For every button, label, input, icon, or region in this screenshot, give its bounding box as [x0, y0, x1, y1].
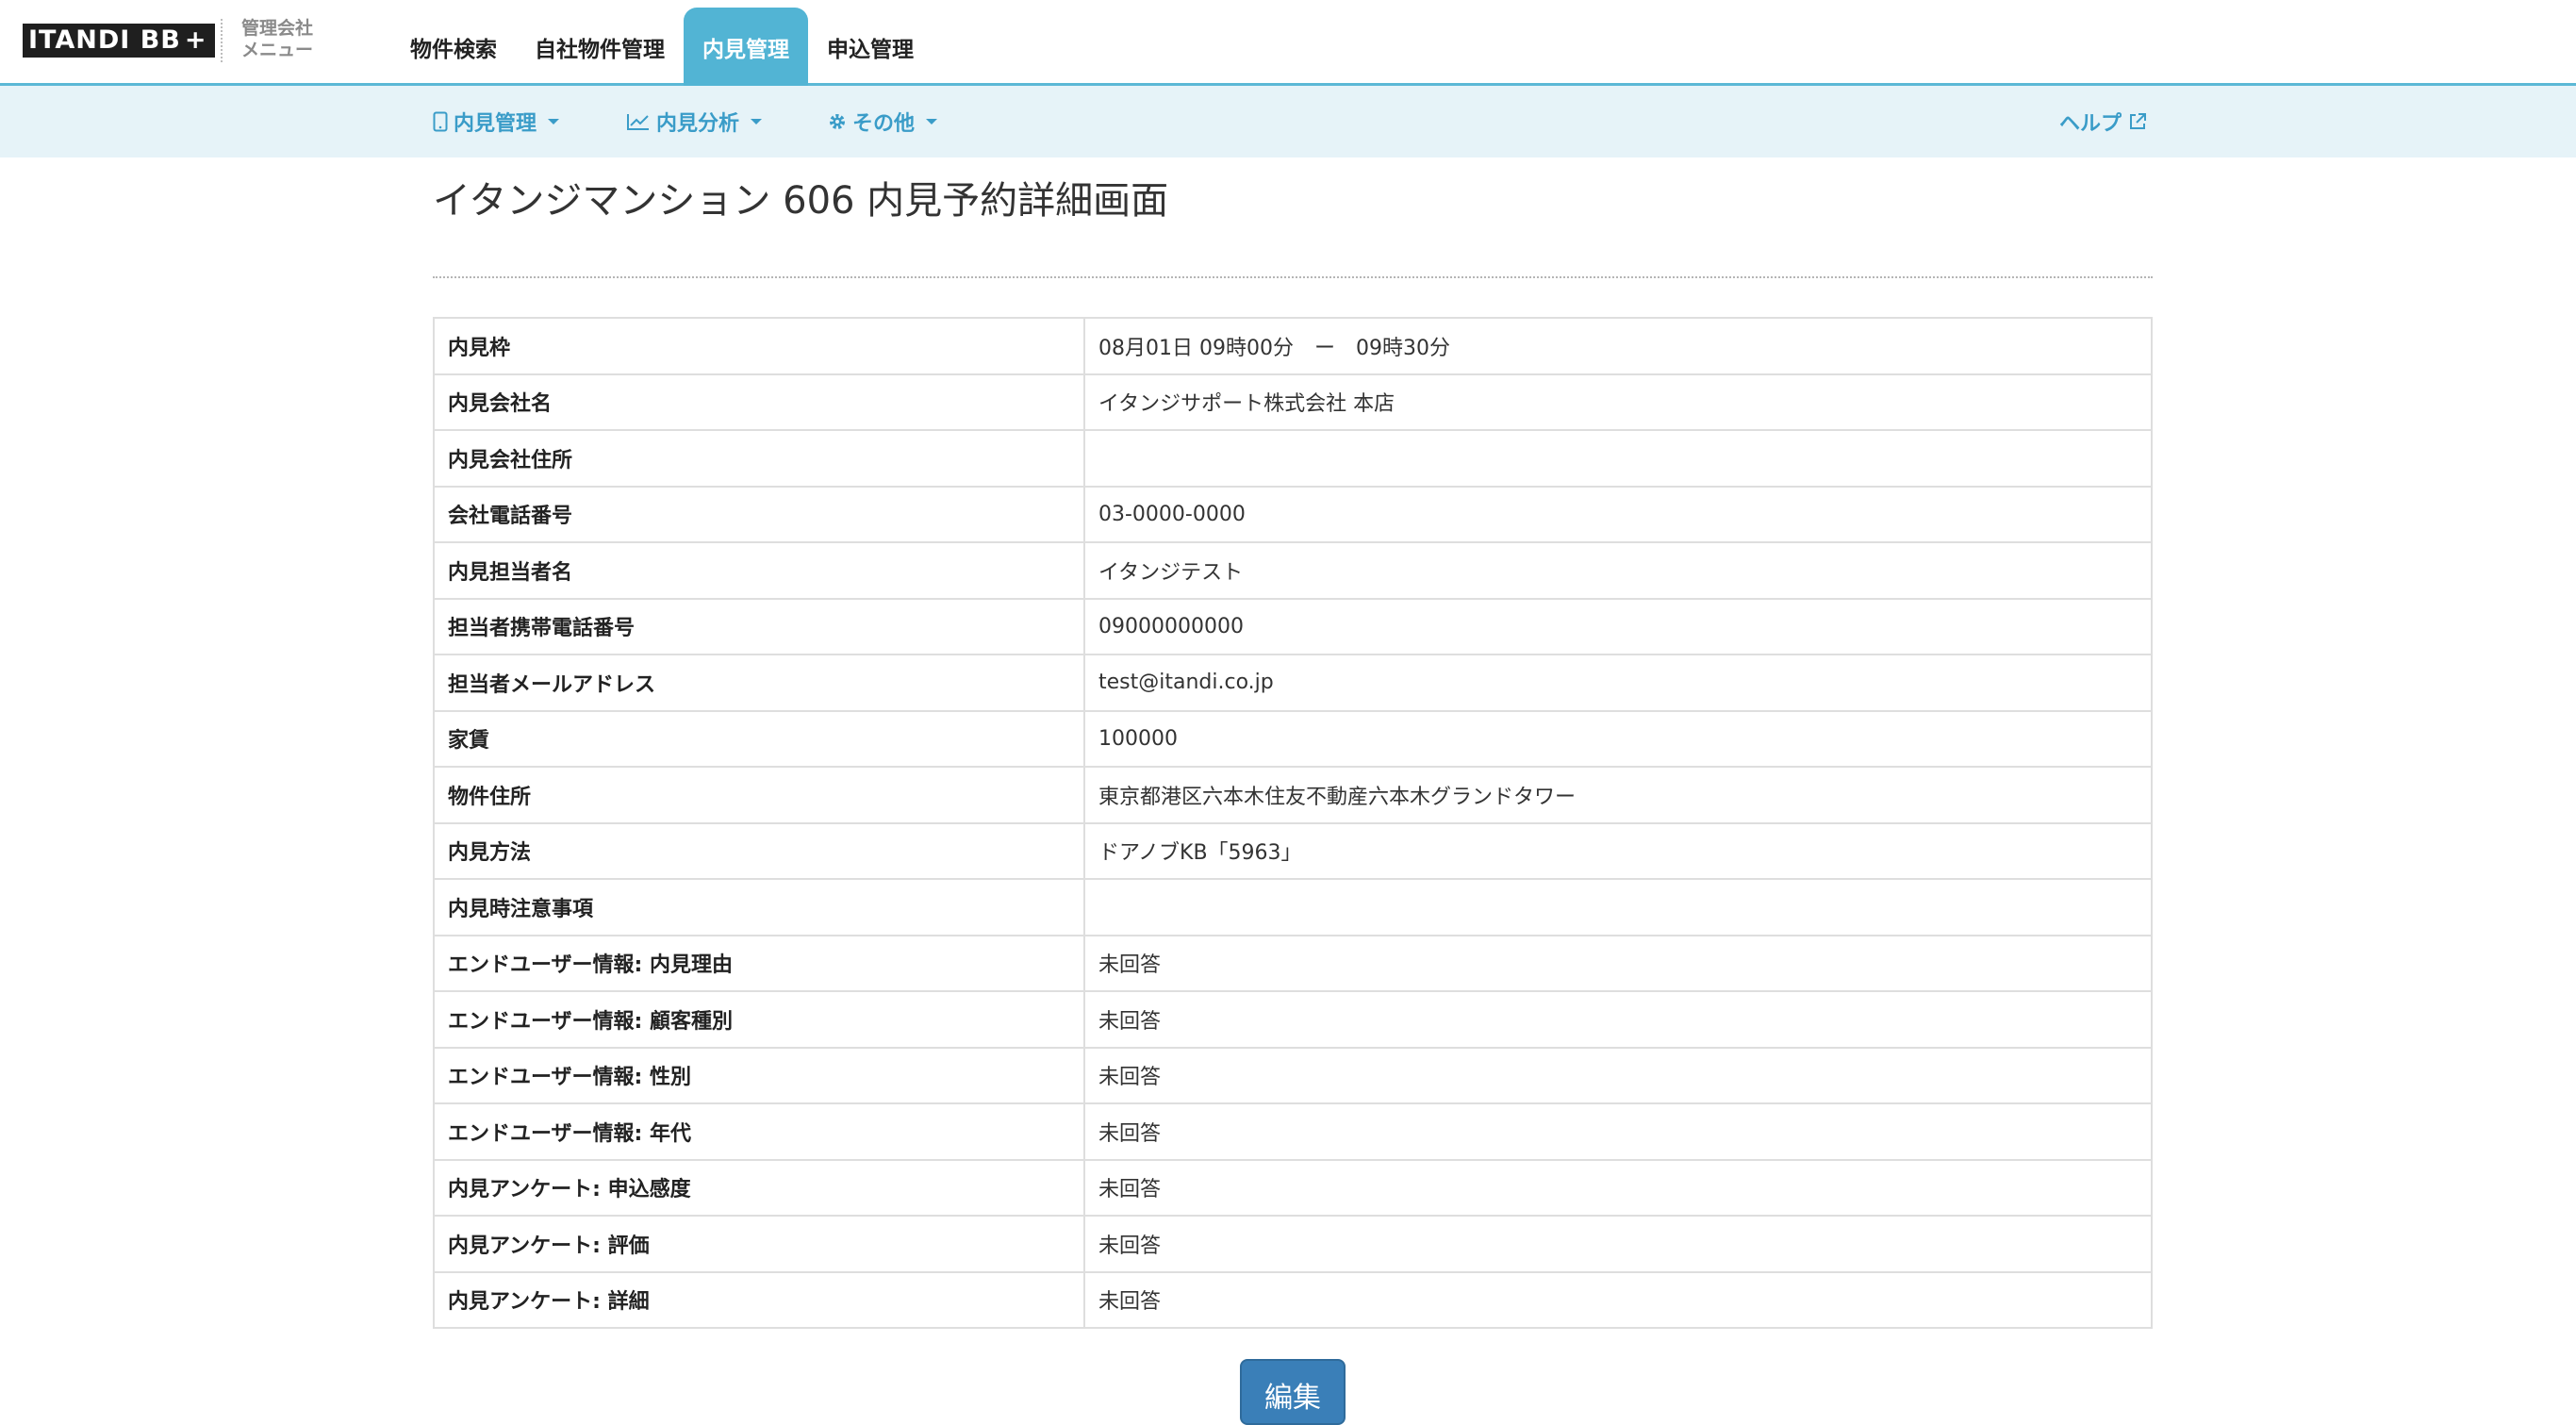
table-row: 内見アンケート: 評価 未回答 — [433, 1215, 2153, 1273]
row-value: 未回答 — [1083, 1158, 2153, 1217]
row-label: 内見アンケート: 申込感度 — [433, 1158, 1085, 1217]
table-row: 内見アンケート: 申込感度 未回答 — [433, 1158, 2153, 1217]
table-row: 内見時注意事項 — [433, 878, 2153, 936]
logo-plus: + — [184, 25, 207, 55]
table-row: 会社電話番号 03-0000-0000 — [433, 485, 2153, 543]
row-label: 内見会社住所 — [433, 429, 1085, 488]
company-menu-line2: メニュー — [241, 40, 314, 60]
row-value: test@itandi.co.jp — [1083, 654, 2153, 712]
gear-icon — [830, 114, 845, 129]
subnav-viewing-management-dropdown[interactable]: 内見管理 — [433, 86, 560, 157]
row-label: 内見担当者名 — [433, 541, 1085, 600]
chevron-down-icon — [548, 119, 560, 124]
help-link[interactable]: ヘルプ — [2059, 86, 2154, 157]
tab-application-management[interactable]: 申込管理 — [808, 8, 933, 86]
row-value: 09000000000 — [1083, 597, 2153, 655]
table-row: 物件住所 東京都港区六本木住友不動産六本木グランドタワー — [433, 766, 2153, 824]
row-label: 担当者携帯電話番号 — [433, 597, 1085, 655]
row-value: ドアノブKB「5963」 — [1083, 821, 2153, 880]
subnav-other-dropdown[interactable]: その他 — [828, 86, 938, 157]
subnav-viewing-analysis-dropdown[interactable]: 内見分析 — [626, 86, 763, 157]
chevron-down-icon — [751, 119, 763, 124]
row-label: 家賃 — [433, 709, 1085, 768]
row-label: 内見方法 — [433, 821, 1085, 880]
company-menu-line1: 管理会社 — [241, 18, 314, 39]
tab-viewing-management[interactable]: 内見管理 — [684, 8, 808, 86]
row-label: 内見アンケート: 評価 — [433, 1215, 1085, 1273]
top-header: ITANDI BB + 管理会社 メニュー 物件検索 自社物件管理 内見管理 申込… — [0, 0, 2576, 86]
row-value: 未回答 — [1083, 1046, 2153, 1104]
row-value — [1083, 878, 2153, 936]
row-label: 内見枠 — [433, 317, 1085, 375]
table-row: エンドユーザー情報: 顧客種別 未回答 — [433, 990, 2153, 1049]
subnav-viewing-analysis-label: 内見分析 — [656, 112, 740, 136]
tablet-icon — [433, 111, 448, 132]
row-value: 03-0000-0000 — [1083, 485, 2153, 543]
table-row: エンドユーザー情報: 内見理由 未回答 — [433, 934, 2153, 992]
table-row: 内見方法 ドアノブKB「5963」 — [433, 821, 2153, 880]
row-label: エンドユーザー情報: 性別 — [433, 1046, 1085, 1104]
row-value: 東京都港区六本木住友不動産六本木グランドタワー — [1083, 766, 2153, 824]
table-row: エンドユーザー情報: 性別 未回答 — [433, 1046, 2153, 1104]
row-value — [1083, 429, 2153, 488]
row-label: エンドユーザー情報: 顧客種別 — [433, 990, 1085, 1049]
sub-nav: 内見管理 内見分析 その他 ヘルプ — [0, 86, 2576, 157]
page-title: イタンジマンション 606 内見予約詳細画面 — [433, 179, 1169, 223]
viewing-detail-table: 内見枠 08月01日 09時00分 ー 09時30分 内見会社名 イタンジサポート株… — [433, 317, 2153, 1329]
table-row: 内見アンケート: 詳細 未回答 — [433, 1270, 2153, 1329]
row-value: イタンジサポート株式会社 本店 — [1083, 373, 2153, 431]
table-row: 内見担当者名 イタンジテスト — [433, 541, 2153, 600]
row-value: 100000 — [1083, 709, 2153, 768]
row-value: 未回答 — [1083, 1102, 2153, 1161]
logo-text: ITANDI BB — [28, 25, 181, 55]
row-label: 物件住所 — [433, 766, 1085, 824]
table-row: エンドユーザー情報: 年代 未回答 — [433, 1102, 2153, 1161]
row-label: 会社電話番号 — [433, 485, 1085, 543]
chevron-down-icon — [926, 119, 938, 124]
edit-button[interactable]: 編集 — [1240, 1359, 1346, 1425]
subnav-viewing-management-label: 内見管理 — [454, 112, 537, 136]
help-label: ヘルプ — [2059, 112, 2122, 136]
row-label: 内見会社名 — [433, 373, 1085, 431]
row-value: 未回答 — [1083, 990, 2153, 1049]
header-divider — [221, 19, 223, 62]
row-value: 未回答 — [1083, 1270, 2153, 1329]
company-menu-link[interactable]: 管理会社 メニュー — [241, 18, 313, 61]
line-chart-icon — [627, 114, 649, 130]
row-label: 担当者メールアドレス — [433, 654, 1085, 712]
table-row: 内見枠 08月01日 09時00分 ー 09時30分 — [433, 317, 2153, 375]
row-label: エンドユーザー情報: 年代 — [433, 1102, 1085, 1161]
row-label: エンドユーザー情報: 内見理由 — [433, 934, 1085, 992]
table-row: 内見会社住所 — [433, 429, 2153, 488]
external-link-icon — [2130, 113, 2147, 129]
row-value: 未回答 — [1083, 934, 2153, 992]
row-value: イタンジテスト — [1083, 541, 2153, 600]
tab-property-search[interactable]: 物件検索 — [391, 8, 516, 86]
itandi-bb-logo[interactable]: ITANDI BB + — [23, 24, 215, 58]
main-nav: 物件検索 自社物件管理 内見管理 申込管理 — [391, 8, 933, 86]
row-value: 未回答 — [1083, 1215, 2153, 1273]
table-row: 内見会社名 イタンジサポート株式会社 本店 — [433, 373, 2153, 431]
row-label: 内見アンケート: 詳細 — [433, 1270, 1085, 1329]
row-value: 08月01日 09時00分 ー 09時30分 — [1083, 317, 2153, 375]
table-row: 担当者メールアドレス test@itandi.co.jp — [433, 654, 2153, 712]
title-divider — [433, 276, 2153, 278]
subnav-other-label: その他 — [852, 112, 916, 136]
table-row: 担当者携帯電話番号 09000000000 — [433, 597, 2153, 655]
row-label: 内見時注意事項 — [433, 878, 1085, 936]
tab-own-property-management[interactable]: 自社物件管理 — [516, 8, 684, 86]
table-row: 家賃 100000 — [433, 709, 2153, 768]
